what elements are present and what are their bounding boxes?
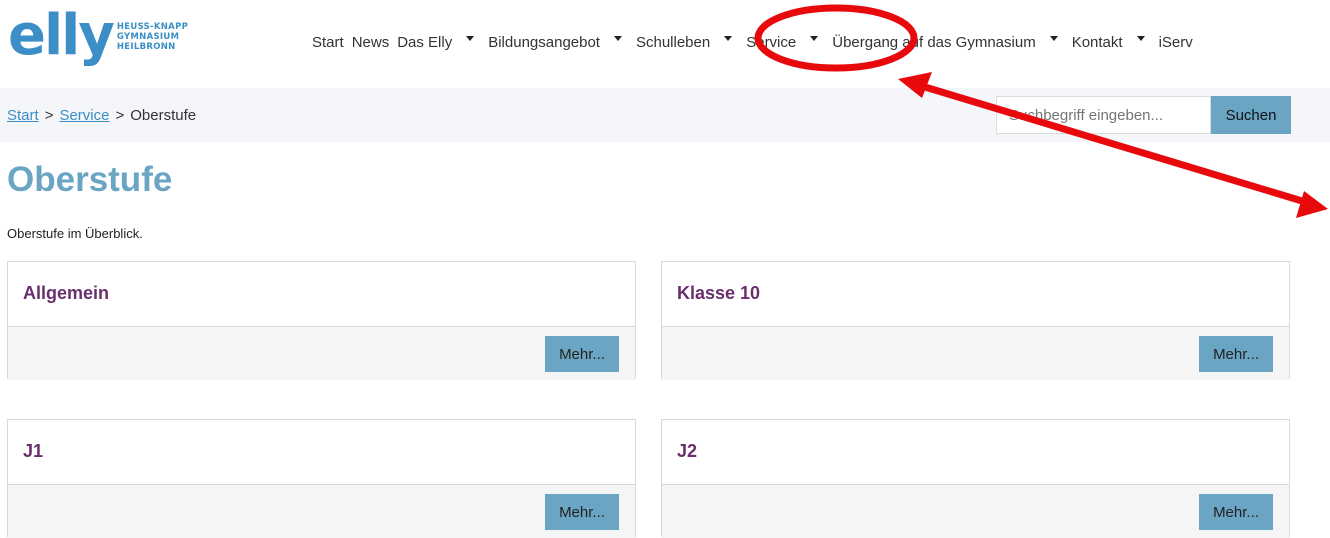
search-input[interactable] bbox=[996, 96, 1211, 134]
more-button[interactable]: Mehr... bbox=[1199, 494, 1273, 530]
card-title[interactable]: J1 bbox=[23, 441, 43, 462]
card-footer: Mehr... bbox=[8, 484, 635, 538]
card-j2: J2 Mehr... bbox=[661, 419, 1290, 538]
logo-wordmark: elly bbox=[8, 3, 115, 68]
card-allgemein: Allgemein Mehr... bbox=[7, 261, 636, 380]
caret-down-icon[interactable] bbox=[1136, 36, 1145, 41]
breadcrumb-current: Oberstufe bbox=[130, 107, 197, 124]
nav-item-kontakt[interactable]: Kontakt bbox=[1072, 34, 1151, 51]
nav-item-schulleben[interactable]: Schulleben bbox=[636, 34, 738, 51]
breadcrumb-link-service[interactable]: Service bbox=[59, 107, 109, 124]
card-title[interactable]: Klasse 10 bbox=[677, 283, 760, 304]
breadcrumb-separator: > bbox=[115, 107, 125, 124]
page-intro: Oberstufe im Überblick. bbox=[7, 226, 143, 241]
search-button[interactable]: Suchen bbox=[1211, 96, 1291, 134]
more-button[interactable]: Mehr... bbox=[545, 494, 619, 530]
caret-down-icon[interactable] bbox=[613, 36, 622, 41]
breadcrumb-link-start[interactable]: Start bbox=[7, 107, 39, 124]
site-header: elly HEUSS-KNAPP GYMNASIUM HEILBRONN Sta… bbox=[0, 0, 1330, 88]
more-button[interactable]: Mehr... bbox=[1199, 336, 1273, 372]
main-navigation: Start News Das Elly Bildungsangebot Schu… bbox=[312, 34, 1201, 51]
arrow-head-icon bbox=[1296, 191, 1328, 218]
nav-item-iserv[interactable]: iServ bbox=[1159, 34, 1193, 51]
card-footer: Mehr... bbox=[662, 484, 1289, 538]
card-klasse-10: Klasse 10 Mehr... bbox=[661, 261, 1290, 380]
caret-down-icon[interactable] bbox=[724, 36, 733, 41]
caret-down-icon[interactable] bbox=[466, 36, 475, 41]
nav-item-service[interactable]: Service bbox=[746, 34, 824, 51]
card-j1: J1 Mehr... bbox=[7, 419, 636, 538]
nav-item-bildungsangebot[interactable]: Bildungsangebot bbox=[488, 34, 628, 51]
site-logo[interactable]: elly HEUSS-KNAPP GYMNASIUM HEILBRONN bbox=[8, 3, 189, 68]
breadcrumb: Start > Service > Oberstufe bbox=[7, 107, 196, 124]
nav-item-start[interactable]: Start bbox=[312, 34, 344, 51]
logo-school-name: HEUSS-KNAPP GYMNASIUM HEILBRONN bbox=[116, 22, 189, 52]
nav-item-uebergang[interactable]: Übergang auf das Gymnasium bbox=[832, 34, 1063, 51]
caret-down-icon[interactable] bbox=[810, 36, 819, 41]
nav-item-news[interactable]: News bbox=[352, 34, 390, 51]
more-button[interactable]: Mehr... bbox=[545, 336, 619, 372]
card-footer: Mehr... bbox=[662, 326, 1289, 380]
nav-item-das-elly[interactable]: Das Elly bbox=[397, 34, 480, 51]
card-title[interactable]: Allgemein bbox=[23, 283, 109, 304]
page-title: Oberstufe bbox=[7, 160, 173, 199]
breadcrumb-separator: > bbox=[44, 107, 54, 124]
card-title[interactable]: J2 bbox=[677, 441, 697, 462]
card-footer: Mehr... bbox=[8, 326, 635, 380]
caret-down-icon[interactable] bbox=[1049, 36, 1058, 41]
